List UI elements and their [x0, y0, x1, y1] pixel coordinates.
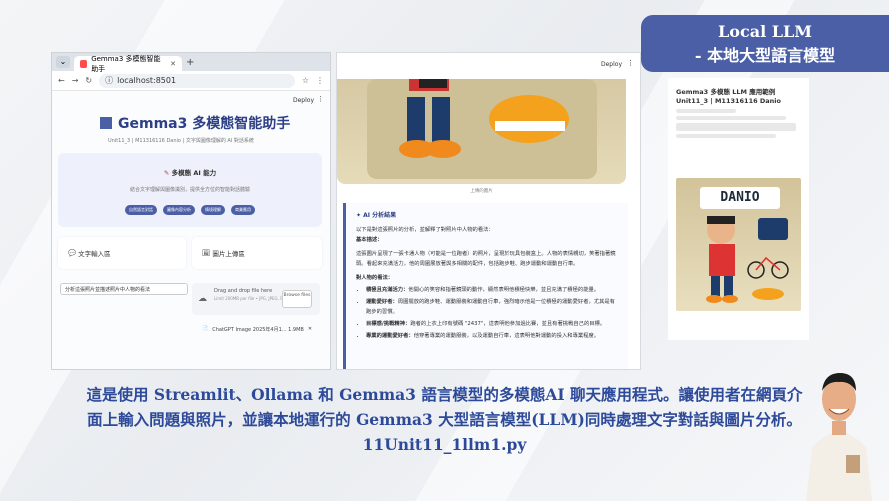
point-text: 跑者的上衣上印有號碼 "2437"，這表明他參加過比賽，並且有著挑戰自己的目標。 [410, 321, 606, 327]
text-section-header: 💬 文字輸入區 [58, 237, 186, 269]
file-icon: 📄 [202, 326, 209, 332]
feature-chip: 自然語言對話 [125, 205, 157, 215]
doc-line [676, 123, 796, 131]
url-field[interactable]: ⓘ localhost:8501 [99, 73, 295, 88]
result-panel: Deploy ⋮ 上傳的圖片 ✦ AI 分析結果 以下是對這張照片的分析，並解釋… [336, 52, 641, 370]
point-label: 目標感/挑戰精神： [366, 321, 411, 327]
uploaded-file: 📄 ChatGPT Image 2025年4月1... 1.9MB ✕ [202, 321, 320, 337]
text-input[interactable]: 分析這張照片並描述照片中人物的看法 [60, 283, 188, 295]
badge-line2: - 本地大型語言模型 [694, 46, 836, 65]
result-intro: 以下是對這張照片的分析，並解釋了對照片中人物的看法： [356, 227, 494, 233]
view-list: 積極且充滿活力：他開心的笑容和指著鏡頭的動作，顯然表明他積極快樂，並且充滿了積極… [366, 285, 618, 341]
doc-image: DANIO [676, 178, 801, 311]
forward-icon[interactable]: → [72, 76, 79, 85]
feature-chip: 商業應用 [231, 205, 255, 215]
feature-heading: ✎ 多模態 AI 能力 [58, 167, 322, 177]
list-item: 專業的運動愛好者：他穿著專業的運動服裝，以及運動自行車，這表明他對運動的投入和專… [366, 331, 618, 341]
analysis-result: ✦ AI 分析結果 以下是對這張照片的分析，並解釋了對照片中人物的看法： 基本描… [343, 203, 628, 369]
point-label: 專業的運動愛好者： [366, 333, 414, 339]
uploaded-image [337, 79, 626, 184]
new-tab-icon[interactable]: + [186, 57, 194, 68]
streamlit-app: Deploy ⋮ Gemma3 多模態智能助手 Unit11_3 | M1131… [52, 91, 330, 369]
feature-heading-text: 多模態 AI 能力 [171, 169, 217, 177]
feature-chip: 圖像內容分析 [163, 205, 195, 215]
doc-line [676, 116, 786, 120]
browser-tab[interactable]: Gemma3 多模態智能助手 ✕ [74, 54, 182, 73]
deploy-button[interactable]: Deploy [601, 61, 622, 68]
result-heading-text: AI 分析結果 [363, 212, 397, 219]
tab-title: Gemma3 多模態智能助手 [91, 54, 161, 73]
file-name: ChatGPT Image 2025年4月1... 1.9MB [212, 326, 304, 333]
chat-icon: 💬 [68, 249, 79, 257]
star-icon[interactable]: ☆ [302, 76, 309, 85]
description-line1: 這是使用 Streamlit、Ollama 和 Gemma3 語言模型的多模態A… [86, 385, 803, 404]
pen-icon: ✎ [163, 169, 170, 177]
image-caption: 上傳的圖片 [470, 189, 493, 194]
list-item: 運動愛好者：周圍擺放的跑步鞋、運動服裝和運動自行車，強烈暗示他是一位積極的運動愛… [366, 297, 618, 317]
feature-card: ✎ 多模態 AI 能力 結合文字理解與圖像識別，提供全方位的智能對話體驗 自然語… [58, 153, 322, 227]
page-title-text: Gemma3 多模態智能助手 [118, 116, 291, 132]
title-badge: Local LLM - 本地大型語言模型 [641, 15, 889, 72]
app-menu-icon[interactable]: ⋮ [627, 59, 634, 67]
list-item: 目標感/挑戰精神：跑者的上衣上印有號碼 "2437"，這表明他參加過比賽，並且有… [366, 319, 618, 329]
file-dropzone[interactable]: ☁ Drag and drop file here Limit 200MB pe… [192, 283, 320, 315]
toy-figure-image [706, 216, 789, 303]
doc-line [676, 134, 776, 138]
feature-description: 結合文字理解與圖像識別，提供全方位的智能對話體驗 [129, 187, 250, 193]
url-text: localhost:8501 [117, 76, 177, 85]
address-bar: ← → ↻ ⓘ localhost:8501 ☆ ⋮ [52, 71, 330, 91]
point-label: 運動愛好者： [366, 299, 398, 305]
view-label: 對人物的看法： [356, 275, 394, 281]
back-icon[interactable]: ← [58, 76, 65, 85]
basic-label: 基本描述： [356, 237, 383, 243]
text-section-label: 文字輸入區 [78, 250, 111, 258]
image-section-header: 🖼 圖片上傳區 [192, 237, 322, 269]
basic-text: 這張圖片呈現了一張卡通人物（可能是一位跑者）的照片，呈現於玩具包裝盒上。人物的表… [356, 251, 616, 267]
streamlit-icon [80, 59, 88, 68]
point-text: 他開心的笑容和指著鏡頭的動作，顯然表明他積極快樂，並且充滿了積極的能量。 [408, 287, 600, 293]
remove-file-icon[interactable]: ✕ [308, 326, 312, 332]
close-tab-icon[interactable]: ✕ [170, 60, 176, 68]
browse-files-button[interactable]: Browse files [282, 290, 312, 308]
point-text: 他穿著專業的運動服裝，以及運動自行車，這表明他對運動的投入和專業程度。 [413, 333, 600, 339]
page-title: Gemma3 多模態智能助手 [100, 113, 290, 133]
feature-chip: 情境理解 [201, 205, 225, 215]
document-preview: Gemma3 多模態 LLM 應用範例 Unit11_3 | M11316116… [668, 78, 809, 340]
menu-icon[interactable]: ⋮ [316, 76, 324, 85]
feature-chips: 自然語言對話 圖像內容分析 情境理解 商業應用 [58, 205, 322, 215]
tab-bar: ⌄ Gemma3 多模態智能助手 ✕ + [52, 53, 330, 73]
description-text: 這是使用 Streamlit、Ollama 和 Gemma3 語言模型的多模態A… [0, 382, 889, 457]
image-icon: 🖼 [202, 249, 213, 257]
title-square-icon [100, 117, 112, 129]
point-label: 積極且充滿活力： [366, 287, 409, 293]
result-heading: ✦ AI 分析結果 [356, 211, 618, 221]
point-text: 周圍擺放的跑步鞋、運動服裝和運動自行車，強烈暗示他是一位積極的運動愛好者，尤其是… [366, 299, 615, 315]
description-line3: 11Unit11_1llm1.py [362, 435, 527, 454]
browser-window: ⌄ Gemma3 多模態智能助手 ✕ + ← → ↻ ⓘ localhost:8… [51, 52, 331, 370]
description-line2: 面上輸入問題與照片，並讓本地運行的 Gemma3 大型語言模型(LLM)同時處理… [87, 410, 802, 429]
upload-cloud-icon: ☁ [198, 294, 207, 304]
doc-line [676, 109, 736, 113]
app-menu-icon[interactable]: ⋮ [317, 95, 324, 103]
tab-list-icon[interactable]: ⌄ [56, 56, 70, 68]
badge-line1: Local LLM [718, 22, 812, 41]
toy-figure-image [367, 79, 597, 179]
image-section-label: 圖片上傳區 [212, 250, 245, 258]
deploy-button[interactable]: Deploy [293, 97, 314, 104]
list-item: 積極且充滿活力：他開心的笑容和指著鏡頭的動作，顯然表明他積極快樂，並且充滿了積極… [366, 285, 618, 295]
doc-title: Gemma3 多模態 LLM 應用範例 Unit11_3 | M11316116… [676, 88, 781, 105]
site-info-icon[interactable]: ⓘ [105, 75, 113, 86]
reload-icon[interactable]: ↻ [85, 76, 92, 85]
page-subtitle: Unit11_3 | M11316116 Danio | 文字與圖像理解的 AI… [108, 138, 254, 144]
